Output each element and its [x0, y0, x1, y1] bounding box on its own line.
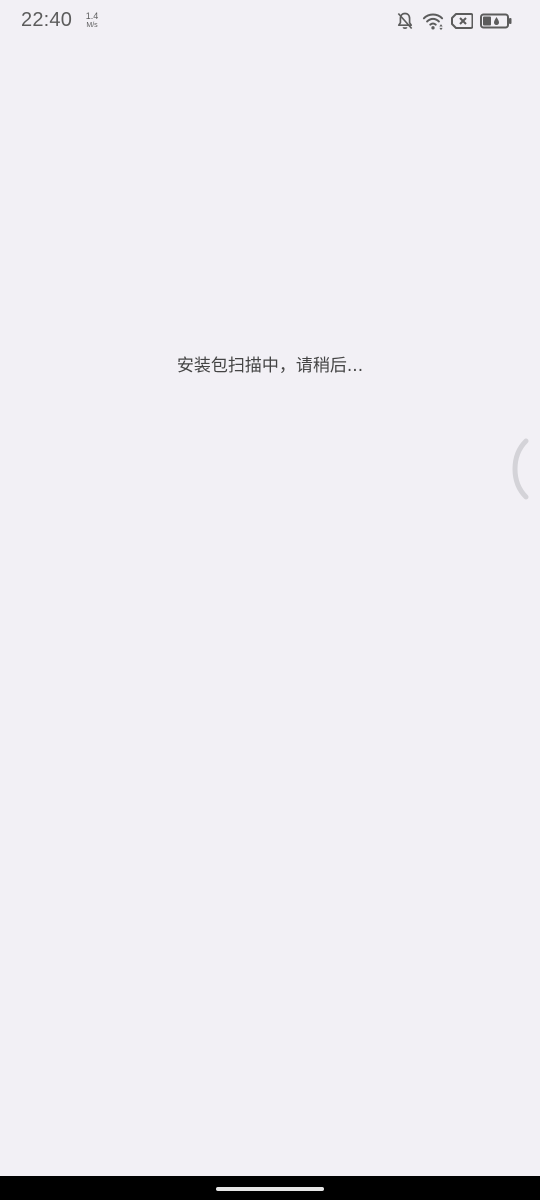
edge-swipe-handle[interactable] — [512, 438, 530, 500]
loading-message: 安装包扫描中，请稍后... — [176, 356, 364, 376]
network-speed: 1.4 M/s — [83, 12, 101, 30]
network-speed-unit: M/s — [86, 22, 98, 29]
wifi-icon — [422, 11, 444, 31]
status-bar: 22:40 1.4 M/s — [0, 0, 540, 44]
screen: 22:40 1.4 M/s 安装包扫描中，请稍后... — [0, 0, 540, 1200]
sim-x-icon — [451, 13, 473, 29]
navigation-bar — [0, 1176, 540, 1200]
battery-saver-icon — [480, 13, 512, 29]
status-time: 22:40 — [21, 9, 73, 31]
status-icons — [395, 10, 512, 32]
bell-off-icon — [395, 11, 415, 31]
home-indicator[interactable] — [216, 1187, 324, 1191]
network-speed-value: 1.4 — [85, 11, 99, 21]
